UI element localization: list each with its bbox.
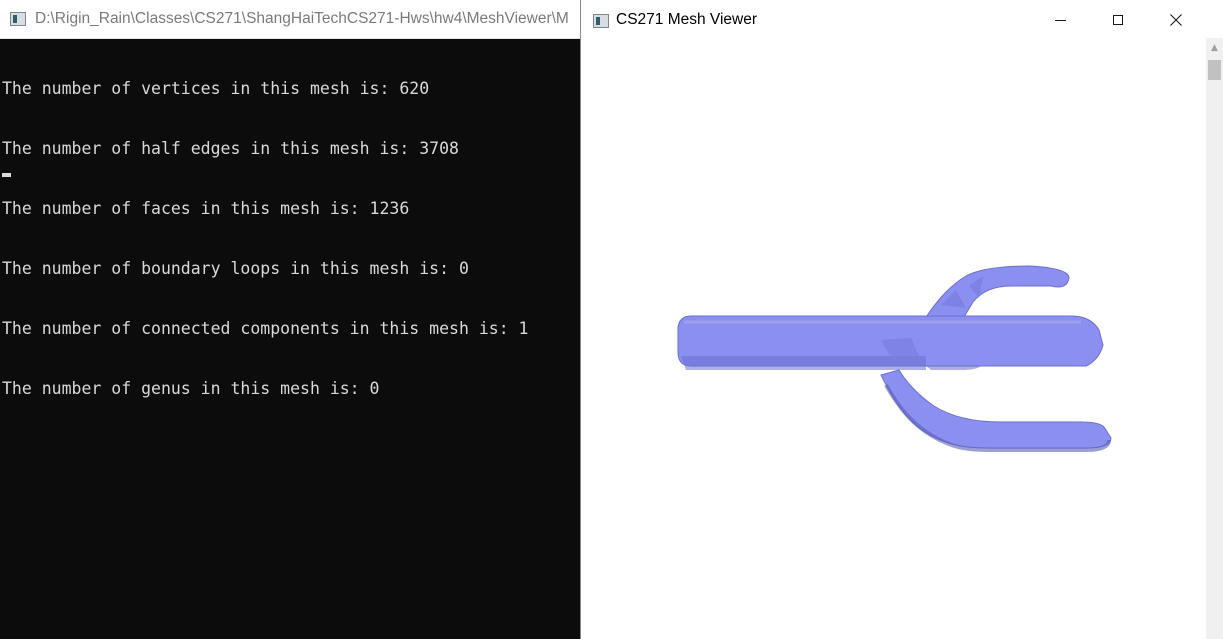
viewer-title: CS271 Mesh Viewer	[616, 11, 758, 28]
viewer-titlebar[interactable]: CS271 Mesh Viewer	[581, 0, 1206, 40]
mesh-render	[677, 265, 1112, 452]
viewer-app-icon	[593, 14, 609, 28]
mesh-viewport[interactable]	[581, 40, 1206, 639]
close-icon	[1170, 14, 1182, 26]
console-title: D:\Rigin_Rain\Classes\CS271\ShangHaiTech…	[35, 10, 569, 27]
console-line: The number of boundary loops in this mes…	[2, 259, 469, 278]
minimize-icon	[1054, 19, 1066, 21]
console-line: The number of vertices in this mesh is: …	[2, 79, 430, 98]
mesh-upper-prong	[925, 265, 1070, 318]
console-scrollbar[interactable]: ▲	[1206, 38, 1223, 639]
maximize-button[interactable]	[1089, 0, 1147, 40]
console-line: The number of faces in this mesh is: 123…	[2, 199, 410, 218]
maximize-icon	[1113, 15, 1123, 25]
console-line: The number of genus in this mesh is: 0	[2, 379, 380, 398]
console-output: The number of vertices in this mesh is: …	[2, 39, 580, 439]
scroll-thumb[interactable]	[1208, 60, 1221, 80]
scroll-up-icon[interactable]: ▲	[1206, 40, 1223, 57]
console-line: The number of connected components in th…	[2, 319, 529, 338]
mesh-lower-prong	[880, 369, 1112, 449]
close-button[interactable]	[1147, 0, 1205, 40]
console-line: The number of half edges in this mesh is…	[2, 139, 459, 158]
mesh-viewer-window: CS271 Mesh Viewer	[580, 0, 1206, 639]
console-cursor	[2, 173, 11, 177]
minimize-button[interactable]	[1031, 0, 1089, 40]
console-app-icon	[10, 12, 26, 26]
